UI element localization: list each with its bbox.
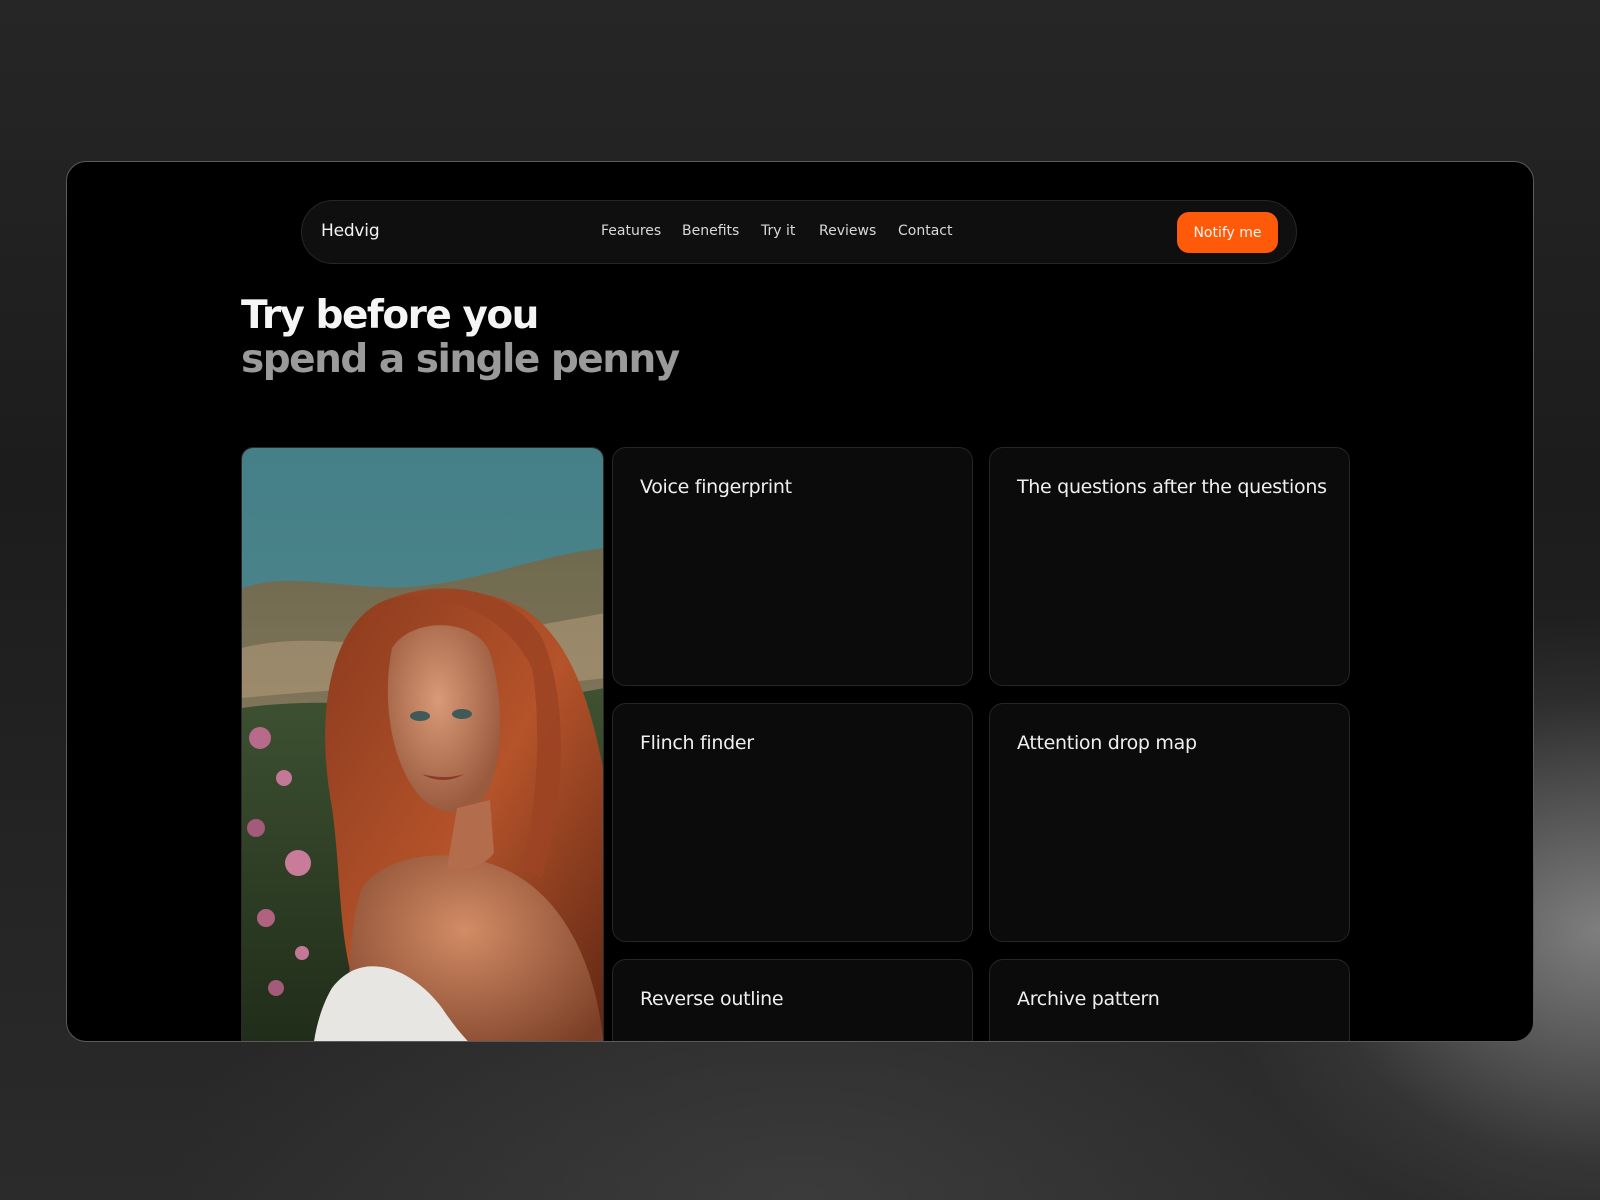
nav-link-try-it[interactable]: Try it	[761, 223, 795, 239]
hero-heading: Try before you spend a single penny	[241, 293, 680, 382]
feature-card-title: Archive pattern	[1017, 988, 1160, 1010]
feature-card-flinch-finder[interactable]: Flinch finder	[612, 703, 973, 942]
feature-card-reverse-outline[interactable]: Reverse outline	[612, 959, 973, 1041]
feature-card-title: Flinch finder	[640, 732, 754, 754]
browser-frame: Hedvig Features Benefits Try it Reviews …	[66, 161, 1534, 1042]
feature-card-title: Voice fingerprint	[640, 476, 792, 498]
hero-title-line2: spend a single penny	[241, 337, 680, 382]
notify-me-button[interactable]: Notify me	[1177, 212, 1278, 253]
nav-link-reviews[interactable]: Reviews	[819, 223, 876, 239]
feature-card-title: The questions after the questions	[1017, 476, 1327, 498]
feature-card-archive-pattern[interactable]: Archive pattern	[989, 959, 1350, 1041]
feature-card-title: Attention drop map	[1017, 732, 1197, 754]
nav-link-contact[interactable]: Contact	[898, 223, 952, 239]
portrait-photo	[241, 447, 604, 1041]
feature-card-voice-fingerprint[interactable]: Voice fingerprint	[612, 447, 973, 686]
nav-links: Features Benefits Try it Reviews Contact	[302, 223, 1296, 243]
nav-link-benefits[interactable]: Benefits	[682, 223, 739, 239]
feature-card-questions-after[interactable]: The questions after the questions	[989, 447, 1350, 686]
hero-title-line1: Try before you	[241, 293, 539, 338]
feature-card-attention-drop-map[interactable]: Attention drop map	[989, 703, 1350, 942]
feature-card-title: Reverse outline	[640, 988, 784, 1010]
nav-link-features[interactable]: Features	[601, 223, 661, 239]
top-nav: Hedvig Features Benefits Try it Reviews …	[301, 200, 1297, 264]
